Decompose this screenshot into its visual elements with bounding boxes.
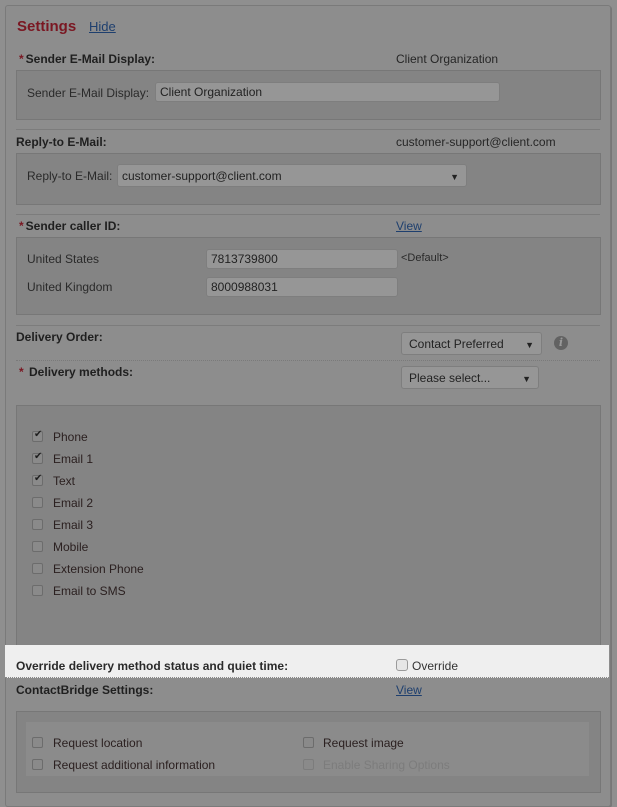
caller-id-number-input[interactable]: 8000988031 — [206, 277, 398, 297]
delivery-method-checkbox-text[interactable] — [32, 473, 43, 486]
chevron-down-icon: ▼ — [525, 340, 534, 350]
delivery-method-checkbox-phone[interactable] — [32, 429, 43, 442]
settings-title: Settings — [17, 18, 77, 35]
sender-email-display-heading: * Sender E-Mail Display: — [19, 52, 156, 66]
reply-to-select[interactable]: customer-support@client.com ▼ — [117, 164, 467, 187]
request-location-checkbox[interactable] — [32, 737, 43, 748]
sender-email-display-input[interactable]: Client Organization — [155, 82, 500, 102]
sender-email-display-field-label: Sender E-Mail Display: — [27, 86, 150, 100]
request-additional-info-checkbox[interactable] — [32, 759, 43, 770]
caller-id-country: United Kingdom — [27, 280, 113, 294]
delivery-method-checkbox-mobile[interactable] — [32, 541, 43, 552]
enable-sharing-options-checkbox — [303, 759, 314, 770]
caller-id-view-link[interactable]: View — [396, 219, 422, 233]
required-marker: * — [19, 365, 24, 379]
delivery-methods-selected: Please select... — [409, 371, 491, 385]
chevron-down-icon: ▼ — [450, 172, 459, 182]
delivery-method-label: Email 3 — [53, 518, 94, 532]
delivery-method-label: Email 2 — [53, 496, 94, 510]
delivery-method-checkbox-email-1[interactable] — [32, 451, 43, 464]
request-additional-info-label: Request additional information — [53, 758, 216, 772]
required-marker: * — [19, 52, 24, 66]
delivery-method-checkbox-extension-phone[interactable] — [32, 563, 43, 574]
sender-caller-id-heading: * Sender caller ID: — [19, 219, 121, 233]
request-location-label: Request location — [53, 736, 143, 750]
delivery-method-label: Extension Phone — [53, 562, 144, 576]
chevron-down-icon: ▼ — [522, 374, 531, 384]
override-checkbox[interactable] — [396, 659, 408, 671]
delivery-method-label: Email 1 — [53, 452, 94, 466]
delivery-method-label: Email to SMS — [53, 584, 126, 598]
delivery-method-checkbox-email-to-sms[interactable] — [32, 585, 43, 596]
reply-to-field-label: Reply-to E-Mail: — [27, 169, 113, 183]
delivery-order-heading: Delivery Order: — [16, 330, 103, 344]
delivery-method-label: Text — [53, 474, 76, 488]
delivery-method-label: Phone — [53, 430, 88, 444]
delivery-order-selected: Contact Preferred — [409, 337, 504, 351]
info-icon[interactable]: i — [554, 336, 568, 350]
reply-to-selected: customer-support@client.com — [122, 169, 282, 183]
delivery-methods-box — [16, 405, 601, 647]
delivery-order-select[interactable]: Contact Preferred ▼ — [401, 332, 542, 355]
dotted-divider — [16, 360, 600, 361]
delivery-method-checkbox-email-2[interactable] — [32, 497, 43, 508]
sender-email-display-summary: Client Organization — [396, 52, 499, 66]
reply-to-summary: customer-support@client.com — [396, 135, 556, 149]
caller-id-country: United States — [27, 252, 100, 266]
override-checkbox-label: Override — [412, 659, 459, 673]
delivery-methods-heading: * Delivery methods: — [19, 365, 134, 379]
required-marker: * — [19, 219, 24, 233]
divider — [16, 325, 600, 326]
delivery-method-label: Mobile — [53, 540, 89, 554]
hide-link[interactable]: Hide — [89, 19, 116, 34]
reply-to-heading: Reply-to E-Mail: — [16, 135, 107, 149]
enable-sharing-options-label: Enable Sharing Options — [323, 758, 450, 772]
contactbridge-view-link[interactable]: View — [396, 683, 422, 697]
request-image-label: Request image — [323, 736, 404, 750]
divider — [16, 214, 600, 215]
request-image-checkbox[interactable] — [303, 737, 314, 748]
override-heading: Override delivery method status and quie… — [16, 659, 289, 673]
caller-id-default-note: <Default> — [401, 252, 449, 264]
contactbridge-heading: ContactBridge Settings: — [16, 683, 154, 697]
divider — [16, 129, 600, 130]
delivery-method-checkbox-email-3[interactable] — [32, 519, 43, 530]
caller-id-number-input[interactable]: 7813739800 — [206, 249, 398, 269]
delivery-methods-select[interactable]: Please select... ▼ — [401, 366, 539, 389]
